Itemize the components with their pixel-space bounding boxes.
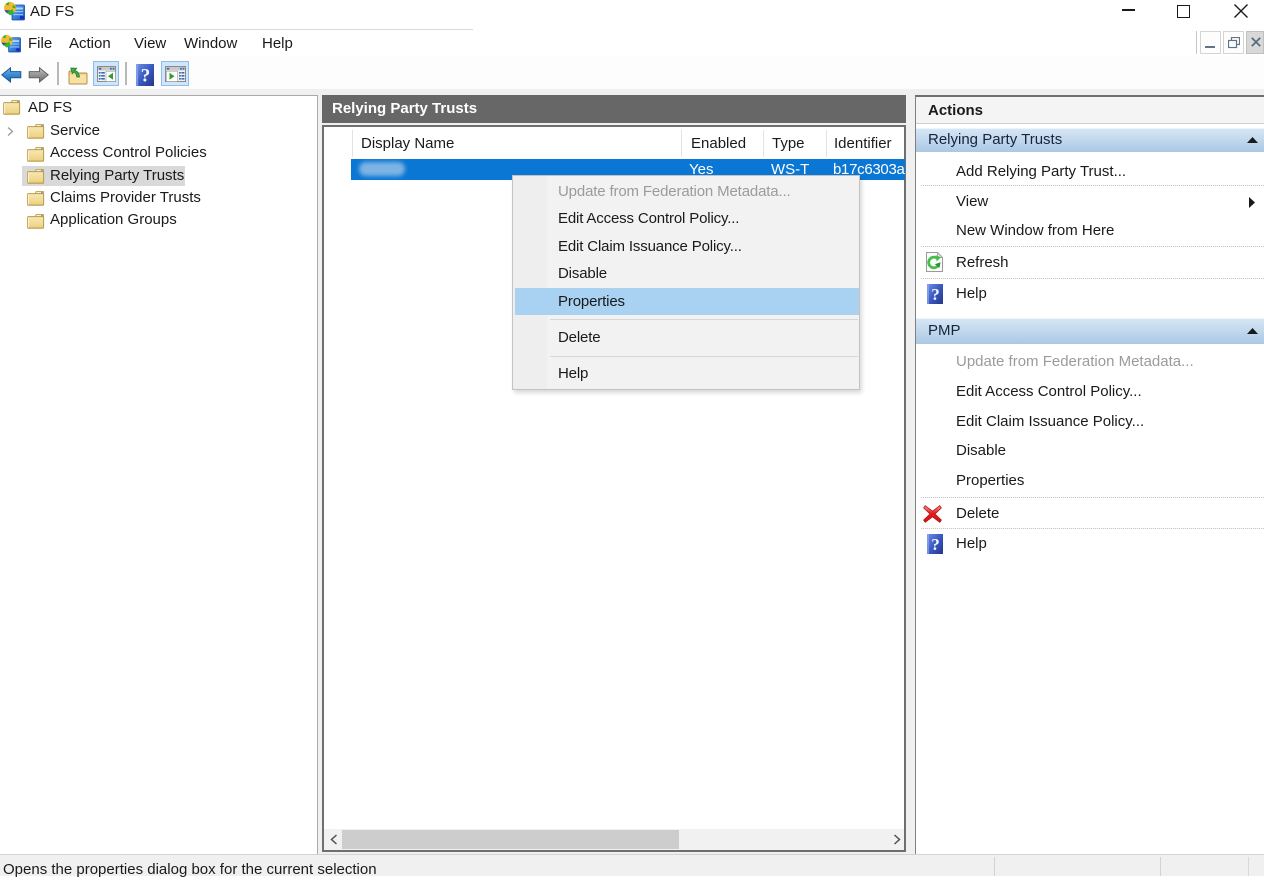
svg-text:?: ? [931,535,940,554]
svg-text:?: ? [141,66,151,87]
svg-text:?: ? [931,285,940,304]
